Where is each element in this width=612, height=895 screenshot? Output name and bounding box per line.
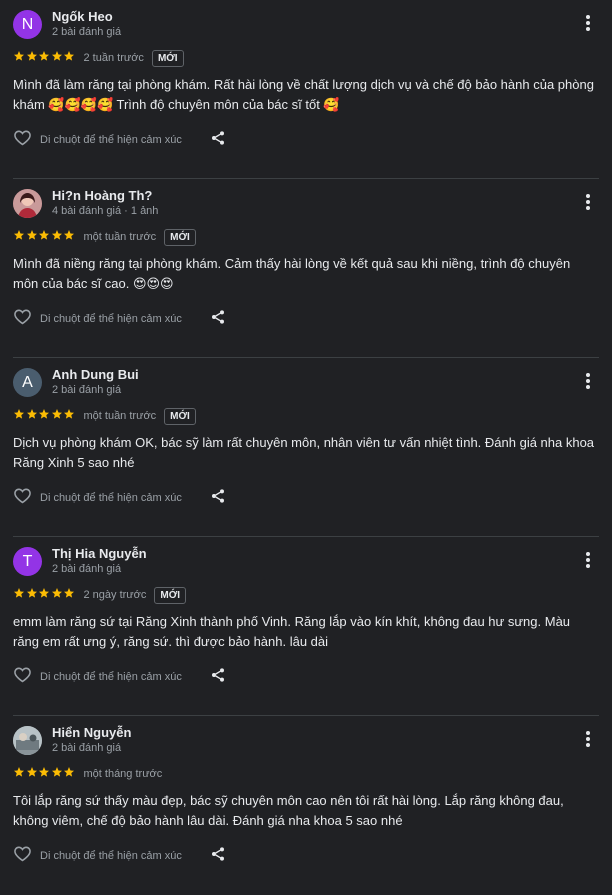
rating-row: một tuần trước MỚI (13, 406, 196, 426)
share-icon[interactable] (182, 130, 226, 151)
star-icon (38, 586, 51, 604)
star-rating (13, 49, 76, 67)
star-icon (38, 49, 51, 67)
star-icon (26, 765, 39, 783)
star-icon (63, 49, 76, 67)
share-icon[interactable] (182, 846, 226, 867)
star-icon (38, 765, 51, 783)
star-rating (13, 765, 76, 783)
reviewer-meta: 4 bài đánh giá · 1 ảnh (52, 205, 159, 217)
avatar-letter: T (22, 553, 33, 570)
star-rating (13, 586, 76, 604)
heart-icon[interactable] (13, 666, 32, 688)
star-icon (51, 228, 64, 246)
star-icon (13, 49, 26, 67)
star-rating (13, 228, 76, 246)
review-time: 2 ngày trước (83, 589, 147, 601)
rating-row: một tháng trước (13, 764, 162, 784)
star-icon (38, 407, 51, 425)
star-icon (26, 49, 39, 67)
heart-icon[interactable] (13, 487, 32, 509)
star-icon (51, 407, 64, 425)
new-badge: MỚI (164, 407, 196, 425)
review-time: 2 tuần trước (83, 52, 144, 64)
avatar[interactable] (13, 189, 42, 218)
avatar[interactable]: N (13, 10, 42, 39)
rating-row: một tuần trước MỚI (13, 227, 196, 247)
star-icon (26, 407, 39, 425)
reviews-list: N Ngốk Heo 2 bài đánh giá 2 tuần trước MỚI Mì… (0, 0, 612, 895)
reviewer-name[interactable]: Thị Hia Nguyễn (52, 546, 147, 561)
avatar-letter: A (22, 374, 33, 391)
avatar[interactable]: A (13, 368, 42, 397)
star-icon (63, 765, 76, 783)
reviewer-meta: 2 bài đánh giá (52, 742, 122, 754)
star-icon (13, 228, 26, 246)
review-text: Dịch vụ phòng khám OK, bác sỹ làm rất ch… (13, 435, 595, 470)
reviewer-name[interactable]: Hi?n Hoàng Th? (52, 188, 152, 203)
star-icon (51, 49, 64, 67)
star-icon (63, 586, 76, 604)
heart-icon[interactable] (13, 845, 32, 867)
avatar[interactable] (13, 726, 42, 755)
reviewer-meta: 2 bài đánh giá (52, 26, 122, 38)
star-icon (13, 586, 26, 604)
avatar-letter: N (21, 16, 34, 33)
star-icon (38, 228, 51, 246)
rating-row: 2 tuần trước MỚI (13, 48, 184, 68)
more-options-icon[interactable] (582, 194, 594, 214)
star-icon (26, 228, 39, 246)
review-time: một tuần trước (83, 231, 157, 243)
review-actions: Di chuột để thể hiện cảm xúc (13, 130, 226, 150)
more-options-icon[interactable] (582, 373, 594, 393)
new-badge: MỚI (154, 586, 187, 604)
more-options-icon[interactable] (582, 552, 594, 572)
new-badge: MỚI (151, 49, 184, 67)
reaction-label: Di chuột để thể hiện cảm xúc (40, 850, 182, 862)
star-icon (51, 586, 64, 604)
star-icon (63, 228, 76, 246)
star-icon (13, 765, 26, 783)
review-actions: Di chuột để thể hiện cảm xúc (13, 309, 226, 329)
review-time: một tuần trước (83, 410, 157, 422)
heart-icon[interactable] (13, 129, 32, 151)
reaction-label: Di chuột để thể hiện cảm xúc (40, 313, 182, 325)
avatar[interactable]: T (13, 547, 42, 576)
review-text: Tôi lắp răng sứ thấy màu đẹp, bác sỹ chu… (13, 793, 564, 828)
review-time: một tháng trước (83, 768, 163, 780)
review-actions: Di chuột để thể hiện cảm xúc (13, 667, 226, 687)
star-rating (13, 407, 76, 425)
more-options-icon[interactable] (582, 15, 594, 35)
star-icon (26, 586, 39, 604)
review-card: T Thị Hia Nguyễn 2 bài đánh giá 2 ngày trướ… (0, 536, 612, 716)
reaction-label: Di chuột để thể hiện cảm xúc (40, 134, 182, 146)
review-card: N Ngốk Heo 2 bài đánh giá 2 tuần trước MỚI Mì… (0, 0, 612, 179)
star-icon (51, 765, 64, 783)
review-card: A Anh Dung Bui 2 bài đánh giá một tuần trướ… (0, 357, 612, 537)
review-text: Mình đã làm răng tại phòng khám. Rất hài… (13, 77, 594, 112)
share-icon[interactable] (182, 309, 226, 330)
reaction-label: Di chuột để thể hiện cảm xúc (40, 671, 182, 683)
rating-row: 2 ngày trước MỚI (13, 585, 187, 605)
review-text: Mình đã niềng răng tại phòng khám. Cảm t… (13, 256, 571, 291)
share-icon[interactable] (182, 488, 226, 509)
heart-icon[interactable] (13, 308, 32, 330)
reviewer-meta: 2 bài đánh giá (52, 563, 122, 575)
more-options-icon[interactable] (582, 731, 594, 751)
review-actions: Di chuột để thể hiện cảm xúc (13, 488, 226, 508)
review-card: Hi?n Hoàng Th? 4 bài đánh giá · 1 ảnh một … (0, 178, 612, 358)
star-icon (13, 407, 26, 425)
reviewer-name[interactable]: Anh Dung Bui (52, 367, 139, 382)
reviewer-name[interactable]: Ngốk Heo (52, 9, 113, 24)
reviewer-meta: 2 bài đánh giá (52, 384, 122, 396)
share-icon[interactable] (182, 667, 226, 688)
review-actions: Di chuột để thể hiện cảm xúc (13, 846, 226, 866)
star-icon (63, 407, 76, 425)
review-card: Hiển Nguyễn 2 bài đánh giá một tháng trước… (0, 715, 612, 895)
reaction-label: Di chuột để thể hiện cảm xúc (40, 492, 182, 504)
new-badge: MỚI (164, 228, 196, 246)
reviewer-name[interactable]: Hiển Nguyễn (52, 725, 131, 740)
review-text: emm làm răng sứ tại Răng Xinh thành phố … (13, 614, 571, 649)
